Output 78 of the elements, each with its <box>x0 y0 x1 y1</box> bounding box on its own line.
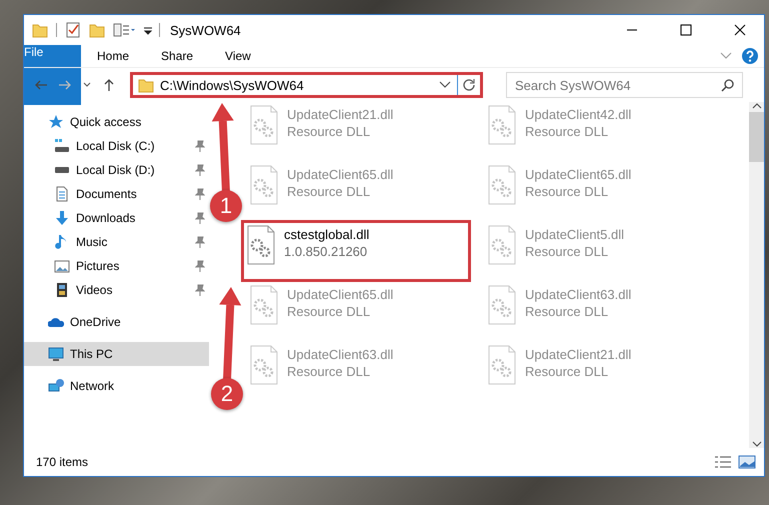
file-name: UpdateClient63.dll <box>525 287 632 302</box>
file-name: cstestglobal.dll <box>284 227 370 242</box>
chevron-down-icon <box>752 440 762 448</box>
scroll-thumb[interactable] <box>749 112 764 162</box>
file-item[interactable]: cstestglobal.dll 1.0.850.21260 <box>242 221 470 281</box>
sidebar-item[interactable]: This PC <box>24 342 209 366</box>
file-detail: Resource DLL <box>287 184 372 199</box>
document-icon <box>54 186 70 202</box>
file-name: UpdateClient65.dll <box>525 167 632 182</box>
chevron-up-icon <box>752 102 762 110</box>
dll-file-icon <box>249 105 279 145</box>
sidebar-item[interactable]: Downloads <box>24 206 209 230</box>
file-detail: Resource DLL <box>525 244 610 259</box>
sidebar-item[interactable]: Quick access <box>24 110 209 134</box>
details-view-icon[interactable] <box>714 455 732 469</box>
dll-file-icon <box>487 285 517 325</box>
file-name: UpdateClient65.dll <box>287 167 394 182</box>
list-view-icon[interactable] <box>113 22 135 38</box>
file-detail: Resource DLL <box>287 364 372 379</box>
sidebar-item[interactable]: Network <box>24 374 209 398</box>
sidebar-item[interactable]: Local Disk (D:) <box>24 158 209 182</box>
sidebar-item[interactable]: Local Disk (C:) <box>24 134 209 158</box>
file-detail: 1.0.850.21260 <box>284 244 368 259</box>
star-icon <box>48 114 64 130</box>
dll-file-icon <box>487 165 517 205</box>
ribbon-tab[interactable]: Home <box>81 45 146 67</box>
properties-icon[interactable] <box>65 22 81 38</box>
item-count: 170 items <box>36 455 90 469</box>
drive-icon <box>54 138 70 154</box>
address-bar[interactable]: C:\Windows\SysWOW64 <box>130 72 483 98</box>
file-detail: Resource DLL <box>287 304 372 319</box>
window-title: SysWOW64 <box>170 22 242 38</box>
close-icon <box>734 24 746 36</box>
dll-file-icon <box>246 225 276 265</box>
file-name: UpdateClient21.dll <box>287 107 394 122</box>
scrollbar[interactable] <box>749 102 764 448</box>
picture-icon <box>54 258 70 274</box>
sidebar-item[interactable]: Documents <box>24 182 209 206</box>
file-name: UpdateClient65.dll <box>287 287 394 302</box>
file-detail: Resource DLL <box>525 124 610 139</box>
file-detail: Resource DLL <box>525 364 610 379</box>
file-name: UpdateClient63.dll <box>287 347 394 362</box>
dll-file-icon <box>249 345 279 385</box>
maximize-icon <box>680 24 692 36</box>
help-icon[interactable] <box>742 48 758 64</box>
monitor-icon <box>48 346 64 362</box>
refresh-icon[interactable] <box>462 78 476 92</box>
dll-file-icon <box>487 345 517 385</box>
file-menu-button[interactable]: File <box>24 45 81 105</box>
chevron-down-icon[interactable] <box>439 81 451 89</box>
file-name: UpdateClient21.dll <box>525 347 632 362</box>
network-icon <box>48 378 64 394</box>
large-icons-view-icon[interactable] <box>738 455 756 469</box>
file-detail: Resource DLL <box>525 184 610 199</box>
dll-file-icon <box>487 225 517 265</box>
sidebar-item[interactable]: Videos <box>24 278 209 302</box>
sidebar-item[interactable]: Music <box>24 230 209 254</box>
file-detail: Resource DLL <box>525 304 610 319</box>
film-icon <box>54 282 70 298</box>
file-detail: Resource DLL <box>287 124 372 139</box>
up-icon <box>102 78 116 92</box>
dll-file-icon <box>487 105 517 145</box>
ribbon-tab[interactable]: View <box>209 45 267 67</box>
dll-file-icon <box>249 165 279 205</box>
search-icon[interactable] <box>721 78 735 92</box>
file-name: UpdateClient5.dll <box>525 227 624 242</box>
download-arrow-icon <box>54 210 70 226</box>
drive-icon <box>54 166 70 174</box>
sidebar-item[interactable]: OneDrive <box>24 310 209 334</box>
search-field[interactable]: Search SysWOW64 <box>506 72 743 98</box>
file-name: UpdateClient42.dll <box>525 107 632 122</box>
sidebar-item[interactable]: Pictures <box>24 254 209 278</box>
ribbon-tab[interactable]: Share <box>145 45 210 67</box>
dll-file-icon <box>249 285 279 325</box>
folder-icon <box>138 77 154 93</box>
forward-icon <box>58 78 72 92</box>
back-icon <box>34 78 48 92</box>
address-path: C:\Windows\SysWOW64 <box>160 78 305 92</box>
